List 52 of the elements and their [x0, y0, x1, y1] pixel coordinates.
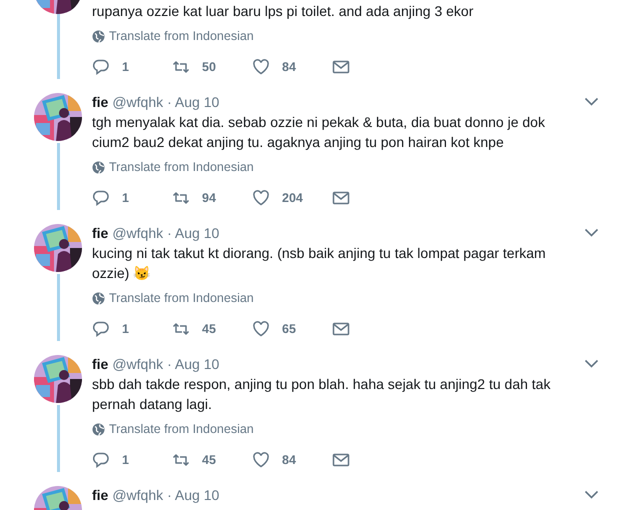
author-handle[interactable]: @wfqhk — [112, 224, 164, 243]
retweet-count: 45 — [202, 452, 216, 469]
heart-icon[interactable] — [252, 58, 270, 76]
retweet-count: 50 — [202, 58, 216, 76]
heart-icon[interactable] — [252, 189, 270, 207]
like-count: 65 — [282, 320, 296, 338]
like-count: 204 — [282, 190, 303, 207]
tweet-date[interactable]: · Aug 10 — [167, 224, 220, 243]
tweet-text: kucing ni tak takut kt diorang. (nsb baik anjing tu tak lompat pagar terkam ozzie) 😼 — [92, 244, 547, 283]
tweet-date[interactable]: · Aug 10 — [167, 355, 220, 374]
author-name[interactable]: fie — [92, 355, 108, 374]
chevron-down-icon[interactable] — [584, 490, 599, 499]
translate-link[interactable]: Translate from Indonesian — [109, 26, 254, 46]
tweet-text: sbb dah takde respon, anjing tu pon blah. haha sejak tu anjing2 tu dah tak pernah datang lagi. — [92, 375, 552, 414]
mail-icon[interactable] — [332, 189, 350, 207]
reply-icon[interactable] — [92, 451, 110, 469]
reply-count: 1 — [122, 190, 129, 207]
mail-icon[interactable] — [332, 451, 350, 469]
author-handle[interactable]: @wfqhk — [112, 93, 164, 112]
author-handle[interactable]: @wfqhk — [112, 355, 164, 374]
author-name[interactable]: fie — [92, 224, 108, 243]
author-name[interactable]: fie — [92, 486, 108, 505]
like-count: 84 — [282, 452, 296, 469]
globe-icon — [92, 30, 105, 42]
like-count: 84 — [282, 58, 296, 76]
tweet-date[interactable]: · Aug 10 — [167, 93, 220, 112]
reply-icon[interactable] — [92, 189, 110, 207]
globe-icon — [92, 292, 105, 304]
retweet-count: 45 — [202, 320, 216, 338]
heart-icon[interactable] — [252, 451, 270, 469]
tweet-date[interactable]: · Aug 10 — [167, 486, 220, 505]
reply-count: 1 — [122, 320, 129, 338]
tweet-text: tgh menyalak kat dia. sebab ozzie ni pekak & buta, dia buat donno je dok cium2 bau2 dekat anjing tu. agaknya anjing tu pon hairan kot knpe — [92, 113, 546, 152]
mail-icon[interactable] — [332, 58, 350, 76]
chevron-down-icon[interactable] — [584, 97, 599, 106]
mail-icon[interactable] — [332, 320, 350, 338]
chevron-down-icon[interactable] — [584, 359, 599, 368]
translate-link[interactable]: Translate from Indonesian — [109, 158, 254, 176]
tweet-text: rupanya ozzie kat luar baru lps pi toilet. and ada anjing 3 ekor — [92, 2, 474, 21]
author-handle[interactable]: @wfqhk — [112, 486, 164, 505]
heart-icon[interactable] — [252, 320, 270, 338]
author-name[interactable]: fie — [92, 93, 108, 112]
globe-icon — [92, 422, 105, 436]
reply-count: 1 — [122, 58, 129, 76]
reply-icon[interactable] — [92, 58, 110, 76]
translate-link[interactable]: Translate from Indonesian — [109, 420, 254, 438]
globe-icon — [92, 160, 105, 174]
reply-count: 1 — [122, 452, 129, 469]
retweet-count: 94 — [202, 190, 216, 207]
translate-link[interactable]: Translate from Indonesian — [109, 288, 254, 308]
reply-icon[interactable] — [92, 320, 110, 338]
chevron-down-icon[interactable] — [584, 228, 599, 237]
